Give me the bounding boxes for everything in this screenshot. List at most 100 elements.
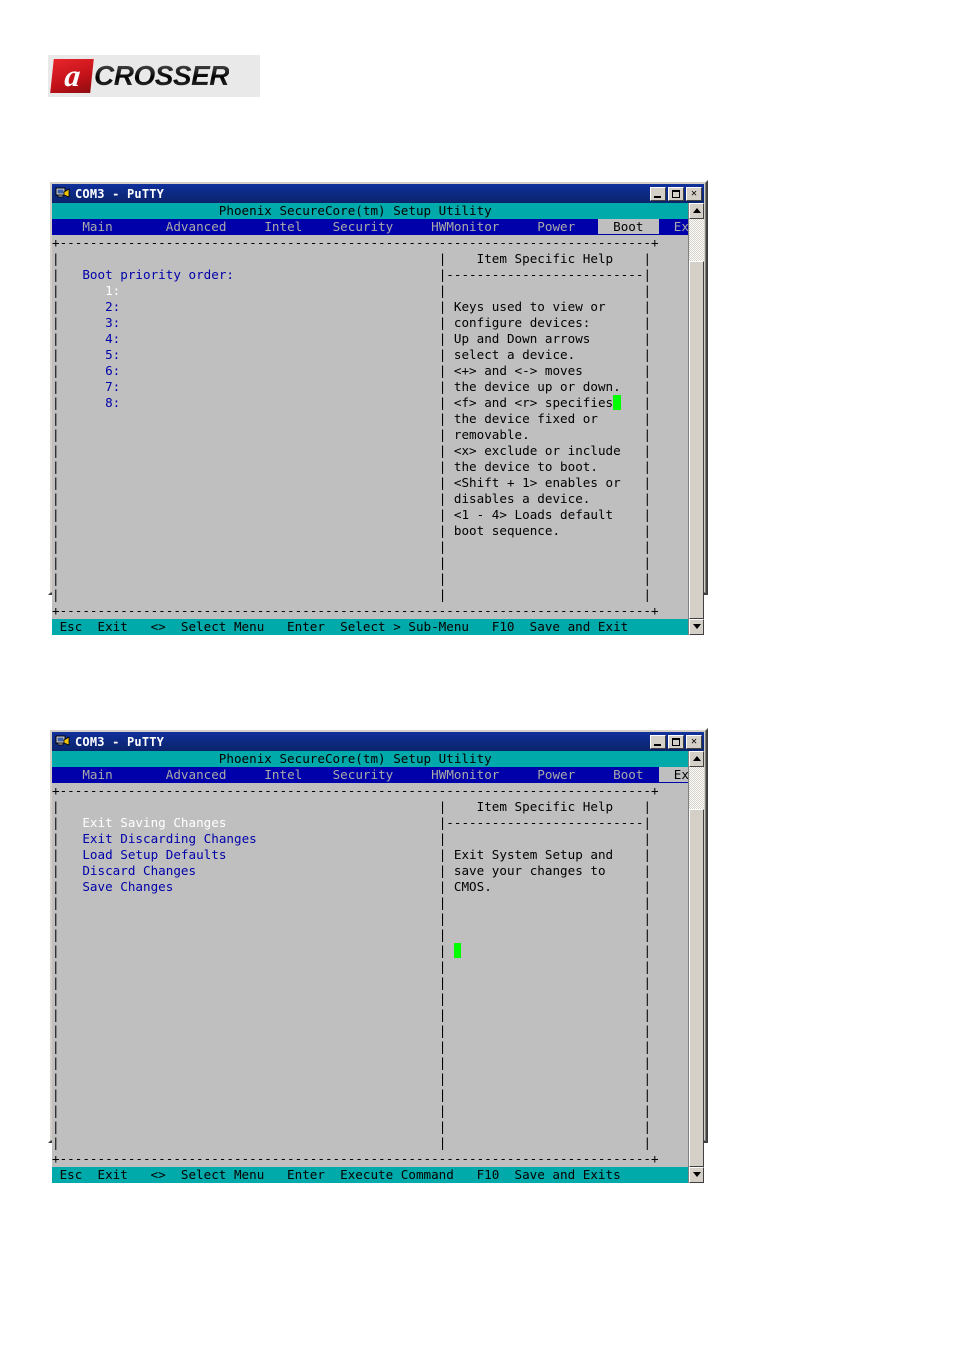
panel-left-edge: | [52, 863, 60, 878]
boot-priority-item[interactable]: 3: [60, 315, 439, 330]
panel-left-edge: | [52, 379, 60, 394]
vertical-scrollbar[interactable] [688, 751, 704, 1183]
panel-left-edge: | [52, 395, 60, 410]
exit-menu-item[interactable]: Discard Changes [60, 863, 439, 878]
bios-title-bar: Phoenix SecureCore(tm) Setup Utility [52, 751, 688, 767]
panel-right-edge: | [643, 587, 652, 602]
scroll-up-icon[interactable] [689, 751, 704, 767]
menu-tab-boot[interactable]: Boot [597, 219, 659, 234]
terminal-row: | | | [52, 571, 688, 587]
title-bar[interactable]: COM3 - PuTTY ✕ [52, 184, 704, 203]
menu-tab-intel[interactable]: Intel [249, 219, 317, 234]
panel-right-edge: | [643, 363, 652, 378]
exit-menu-item[interactable]: Save Changes [60, 879, 439, 894]
scrollbar-track[interactable] [689, 767, 704, 1167]
left-panel-blank [60, 991, 439, 1006]
menu-tab-security[interactable]: Security [317, 767, 416, 782]
menu-tab-main[interactable]: Main [52, 767, 143, 782]
left-panel-blank [60, 1135, 439, 1150]
scrollbar-thumb[interactable] [689, 809, 704, 1167]
panel-left-edge: | [52, 1135, 60, 1150]
exit-menu-item[interactable]: Exit Discarding Changes [60, 831, 439, 846]
help-panel-line [446, 959, 643, 974]
minimize-icon[interactable] [650, 186, 666, 201]
panel-left-edge: | [52, 507, 60, 522]
boot-priority-item[interactable]: 7: [60, 379, 439, 394]
terminal-cursor [453, 943, 462, 958]
window-title: COM3 - PuTTY [75, 186, 165, 201]
terminal-row: | 5: | select a device. | [52, 347, 688, 363]
panel-right-edge: | [643, 1039, 652, 1054]
menu-tab-exit[interactable]: Exit [658, 767, 688, 782]
panel-left-edge: | [52, 1071, 60, 1086]
minimize-icon[interactable] [650, 734, 666, 749]
menu-tab-advanced[interactable]: Advanced [143, 767, 249, 782]
panel-left-edge: | [52, 975, 60, 990]
menu-tab-power[interactable]: Power [522, 767, 598, 782]
menu-tab-hwmonitor[interactable]: HWMonitor [416, 219, 522, 234]
exit-menu-item[interactable]: Exit Saving Changes [60, 815, 439, 830]
left-panel-blank [60, 1023, 439, 1038]
menu-tab-intel[interactable]: Intel [249, 767, 317, 782]
maximize-icon[interactable] [668, 186, 684, 201]
scroll-down-icon[interactable] [689, 1167, 704, 1183]
close-icon[interactable]: ✕ [686, 186, 702, 201]
terminal-row: | | | [52, 975, 688, 991]
panel-left-edge: | [52, 363, 60, 378]
maximize-icon[interactable] [668, 734, 684, 749]
boot-priority-item[interactable]: 8: [60, 395, 439, 410]
exit-menu-item[interactable]: Load Setup Defaults [60, 847, 439, 862]
terminal-row: | | the device fixed or | [52, 411, 688, 427]
terminal-row: | | | [52, 991, 688, 1007]
putty-window-exit[interactable]: COM3 - PuTTY ✕ Phoenix SecureCore(tm) Set… [48, 728, 708, 1183]
vertical-scrollbar[interactable] [688, 203, 704, 635]
putty-window-boot[interactable]: COM3 - PuTTY ✕ Phoenix SecureCore(tm) Set… [48, 180, 708, 635]
panel-right-edge: | [643, 863, 652, 878]
panel-right-edge: | [643, 299, 652, 314]
panel-top-border: +---------------------------------------… [52, 783, 688, 799]
panel-left-edge: | [52, 799, 60, 814]
boot-priority-item[interactable]: 5: [60, 347, 439, 362]
bios-menu-bar: Main Advanced Intel Security HWMonitor P… [52, 219, 688, 235]
terminal-row: | Save Changes | CMOS. | [52, 879, 688, 895]
panel-right-edge: | [643, 1103, 652, 1118]
panel-left-edge: | [52, 815, 60, 830]
close-icon[interactable]: ✕ [686, 734, 702, 749]
help-panel-line: <f> and <r> specifies [446, 395, 643, 410]
menu-tab-exit[interactable]: Exit [659, 219, 688, 234]
boot-priority-item[interactable]: 1: [60, 283, 439, 298]
scroll-up-icon[interactable] [689, 203, 704, 219]
help-panel-line: save your changes to [446, 863, 644, 878]
menu-tab-hwmonitor[interactable]: HWMonitor [416, 767, 522, 782]
help-panel-line [446, 943, 643, 958]
terminal-cursor [613, 395, 621, 410]
help-panel-heading: Item Specific Help [446, 251, 644, 266]
left-panel-blank [60, 539, 439, 554]
menu-tab-advanced[interactable]: Advanced [143, 219, 249, 234]
terminal-screen[interactable]: Phoenix SecureCore(tm) Setup Utility Mai… [52, 751, 688, 1183]
panel-right-edge: | [643, 895, 652, 910]
left-panel-blank [60, 587, 439, 602]
bios-menu-bar: Main Advanced Intel Security HWMonitor P… [52, 767, 688, 783]
terminal-row: | | | [52, 943, 688, 959]
terminal-row: | | boot sequence. | [52, 523, 688, 539]
menu-tab-main[interactable]: Main [52, 219, 143, 234]
terminal-screen[interactable]: Phoenix SecureCore(tm) Setup Utility Mai… [52, 203, 688, 635]
boot-priority-item[interactable]: 2: [60, 299, 439, 314]
help-panel-line [446, 283, 643, 298]
scrollbar-track[interactable] [689, 219, 704, 619]
terminal-row: | Discard Changes | save your changes to… [52, 863, 688, 879]
window-title: COM3 - PuTTY [75, 734, 165, 749]
close-glyph: ✕ [690, 187, 698, 199]
title-bar[interactable]: COM3 - PuTTY ✕ [52, 732, 704, 751]
boot-priority-item[interactable]: 6: [60, 363, 439, 378]
terminal-row: | | | [52, 1055, 688, 1071]
help-panel-line: <+> and <-> moves [446, 363, 644, 378]
menu-tab-security[interactable]: Security [317, 219, 416, 234]
scrollbar-thumb[interactable] [689, 261, 704, 619]
boot-priority-item[interactable]: 4: [60, 331, 439, 346]
terminal-row: | | | [52, 927, 688, 943]
menu-tab-boot[interactable]: Boot [598, 767, 659, 782]
menu-tab-power[interactable]: Power [522, 219, 598, 234]
scroll-down-icon[interactable] [689, 619, 704, 635]
